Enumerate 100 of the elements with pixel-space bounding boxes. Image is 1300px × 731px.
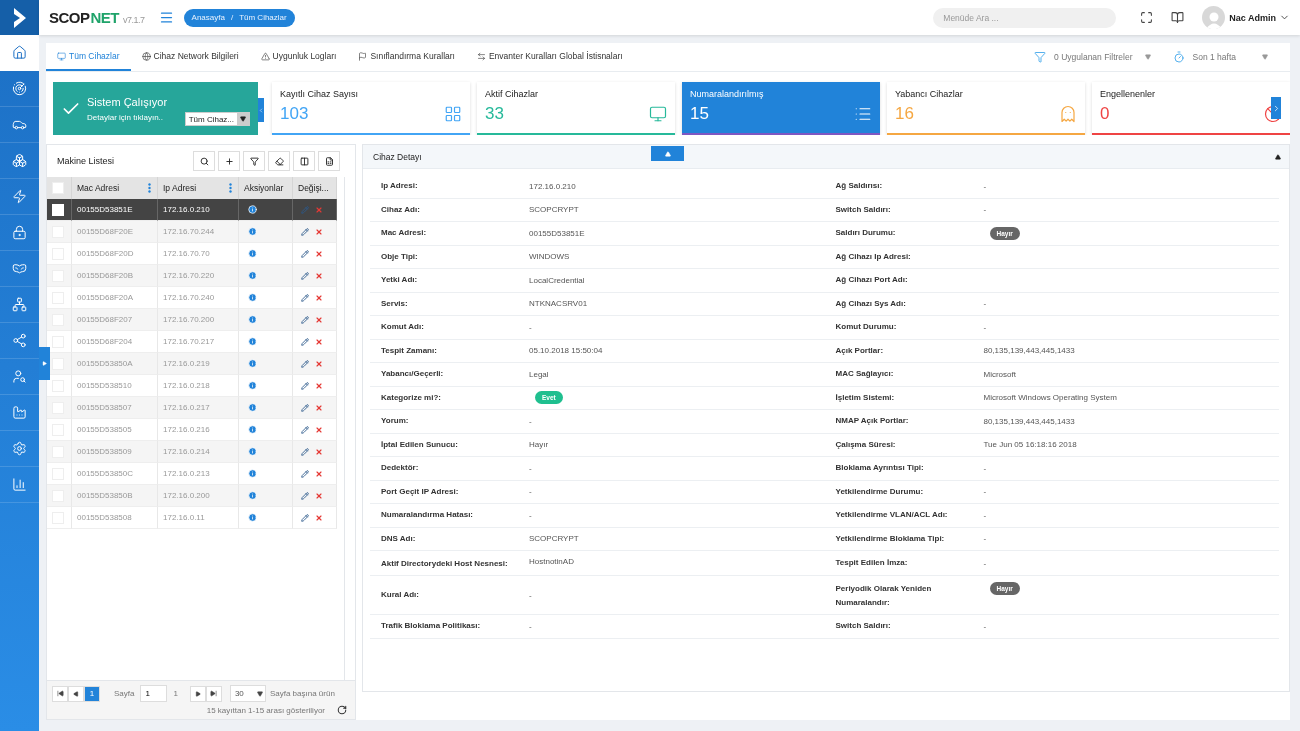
stat-value: 16 xyxy=(895,104,914,124)
field-value: - xyxy=(529,487,533,497)
field-value: NTKNACSRV01 xyxy=(529,299,589,309)
field-label: Bloklama Ayrıntısı Tipi: xyxy=(835,462,925,475)
field-value: 00155D53851E xyxy=(529,228,586,238)
table-row[interactable]: 00155D68F20E 172.16.70.244 xyxy=(47,221,337,243)
field-value: SCOPCRYPT xyxy=(529,534,580,544)
field-value: - xyxy=(983,510,988,520)
field-label: İptal Edilen Sunucu: xyxy=(381,438,459,451)
field-label: Ağ Cihazı Port Adı: xyxy=(835,274,909,287)
field-value: SCOPCRYPT xyxy=(529,205,580,215)
field-value: - xyxy=(529,463,533,473)
field-value: WINDOWS xyxy=(529,252,571,262)
field-label: Obje Tipi: xyxy=(381,250,419,263)
table-row[interactable]: 00155D68F20A 172.16.70.240 xyxy=(47,287,337,309)
breadcrumb-separator: / xyxy=(230,13,234,22)
field-value: Tue Jun 05 16:18:16 2018 xyxy=(983,440,1078,450)
field-label: Çalışma Süresi: xyxy=(835,438,897,451)
table-row[interactable]: 00155D53850A 172.16.0.219 xyxy=(47,353,337,375)
tab[interactable]: Sınıflandırma Kuralları xyxy=(347,43,466,71)
stat-card[interactable]: Numaralandırılmış 15 xyxy=(682,82,880,135)
field-value: Legal xyxy=(529,369,550,379)
field-label: Komut Durumu: xyxy=(835,321,898,334)
per-page-select[interactable]: 30 xyxy=(229,685,266,702)
field-value: - xyxy=(529,621,533,631)
field-label: Mac Adresi: xyxy=(381,227,428,240)
field-value: - xyxy=(983,299,988,309)
breadcrumb-link[interactable]: Anasayfa xyxy=(191,13,225,22)
table-row[interactable]: 00155D68F20B 172.16.70.220 xyxy=(47,265,337,287)
field-label: Yetki Adı: xyxy=(381,274,419,287)
device-select[interactable]: Tüm Cihaz... xyxy=(184,112,250,126)
field-value: - xyxy=(983,463,988,473)
filter-dropdown[interactable]: Son 1 hafta xyxy=(1172,51,1268,63)
breadcrumb-link[interactable]: Tüm Cihazlar xyxy=(239,13,287,22)
table-row[interactable]: 00155D538509 172.16.0.214 xyxy=(47,441,337,463)
stat-title: Engellenenler xyxy=(1100,89,1157,99)
field-label: Dedektör: xyxy=(381,462,420,475)
field-value: - xyxy=(529,590,533,600)
table-row[interactable]: 00155D68F207 172.16.70.200 xyxy=(47,309,337,331)
field-label: NMAP Açık Portlar: xyxy=(835,415,910,428)
table-row[interactable]: 00155D68F204 172.16.70.217 xyxy=(47,331,337,353)
field-label: Yabancı/Geçerli: xyxy=(381,368,445,381)
field-label: Periyodik Olarak Yeniden Numaralandır: xyxy=(835,583,933,609)
field-value: - xyxy=(983,558,988,568)
stat-value: 15 xyxy=(690,104,709,124)
table-row[interactable]: 00155D53851E 172.16.0.210 xyxy=(47,199,337,221)
field-value: 80,135,139,443,445,1433 xyxy=(983,416,1076,426)
field-label: Komut Adı: xyxy=(381,321,425,334)
field-value: LocalCredential xyxy=(529,275,586,285)
field-label: Tespit Edilen İmza: xyxy=(835,557,909,569)
page-input[interactable]: 1 xyxy=(140,685,168,702)
field-label: Kategorize mi?: xyxy=(381,391,442,404)
stat-title: Yabancı Cihazlar xyxy=(895,89,964,99)
stat-card[interactable]: Kayıtlı Cihaz Sayısı 103 xyxy=(272,82,470,135)
search-field[interactable]: Menüde Ara ... xyxy=(933,7,1117,28)
field-label: Ağ Saldırısı: xyxy=(835,180,884,193)
field-value: 172.16.0.210 xyxy=(529,181,577,191)
field-label: Tespit Zamanı: xyxy=(381,344,438,357)
status-card[interactable]: Sistem Çalışıyor Detaylar için tıklayın.. Tüm Cihaz... xyxy=(53,82,258,135)
table-row[interactable]: 00155D538505 172.16.0.216 xyxy=(47,419,337,441)
table-row[interactable]: 00155D53850B 172.16.0.200 xyxy=(47,485,337,507)
tab[interactable]: Tüm Cihazlar xyxy=(46,43,131,71)
stat-card[interactable]: Aktif Cihazlar 33 xyxy=(477,82,675,135)
tab[interactable]: Envanter Kuralları Global İstisnaları xyxy=(465,43,634,71)
tab[interactable]: Uygunluk Logları xyxy=(249,43,348,71)
logo: SCOPNET v7.1.7 xyxy=(49,9,145,26)
field-label: Saldırı Durumu: xyxy=(835,227,897,240)
field-value: - xyxy=(529,416,533,426)
filter-dropdown[interactable]: 0 Uygulanan Filtreler xyxy=(1034,51,1151,63)
page-button[interactable]: 1 xyxy=(84,685,100,702)
field-value: Microsoft Windows Operating System xyxy=(983,393,1118,403)
field-label: Ağ Cihazı Ip Adresi: xyxy=(835,250,912,263)
panel-title: Makine Listesi xyxy=(57,156,115,166)
user-name[interactable]: Nac Admin xyxy=(1229,12,1276,23)
field-label: Yetkilendirme Bloklama Tipi: xyxy=(835,532,946,545)
field-label: Switch Saldırı: xyxy=(835,203,892,216)
stat-card[interactable]: Engellenenler 0 xyxy=(1092,82,1290,135)
table-row[interactable]: 00155D538510 172.16.0.218 xyxy=(47,375,337,397)
table-row[interactable]: 00155D538507 172.16.0.217 xyxy=(47,397,337,419)
field-label: DNS Adı: xyxy=(381,532,417,545)
tab[interactable]: Cihaz Network Bilgileri xyxy=(130,43,250,71)
table-row[interactable]: 00155D68F20D 172.16.70.70 xyxy=(47,243,337,265)
field-label: Kural Adı: xyxy=(381,589,420,601)
table-cell: 172.16.0.11 xyxy=(158,507,239,529)
field-label: İşletim Sistemi: xyxy=(835,391,896,404)
table-row[interactable]: 00155D53850C 172.16.0.213 xyxy=(47,463,337,485)
stat-value: 33 xyxy=(485,104,504,124)
per-page-label: Sayfa başına ürün xyxy=(269,689,335,698)
field-value: - xyxy=(529,510,533,520)
field-label: Ip Adresi: xyxy=(381,180,419,193)
field-label: Cihaz Adı: xyxy=(381,203,421,216)
status-subtitle: Detaylar için tıklayın.. xyxy=(87,112,165,122)
field-value: Hayır xyxy=(529,440,550,450)
field-label: Switch Saldırı: xyxy=(835,620,892,633)
field-label: Yetkilendirme VLAN/ACL Adı: xyxy=(835,509,949,522)
stat-card[interactable]: Yabancı Cihazlar 16 xyxy=(887,82,1085,135)
table-row[interactable]: 00155D538508 172.16.0.11 xyxy=(47,507,337,529)
field-value: - xyxy=(983,205,988,215)
stat-value: 103 xyxy=(280,104,309,124)
field-label: Ağ Cihazı Sys Adı: xyxy=(835,297,907,310)
